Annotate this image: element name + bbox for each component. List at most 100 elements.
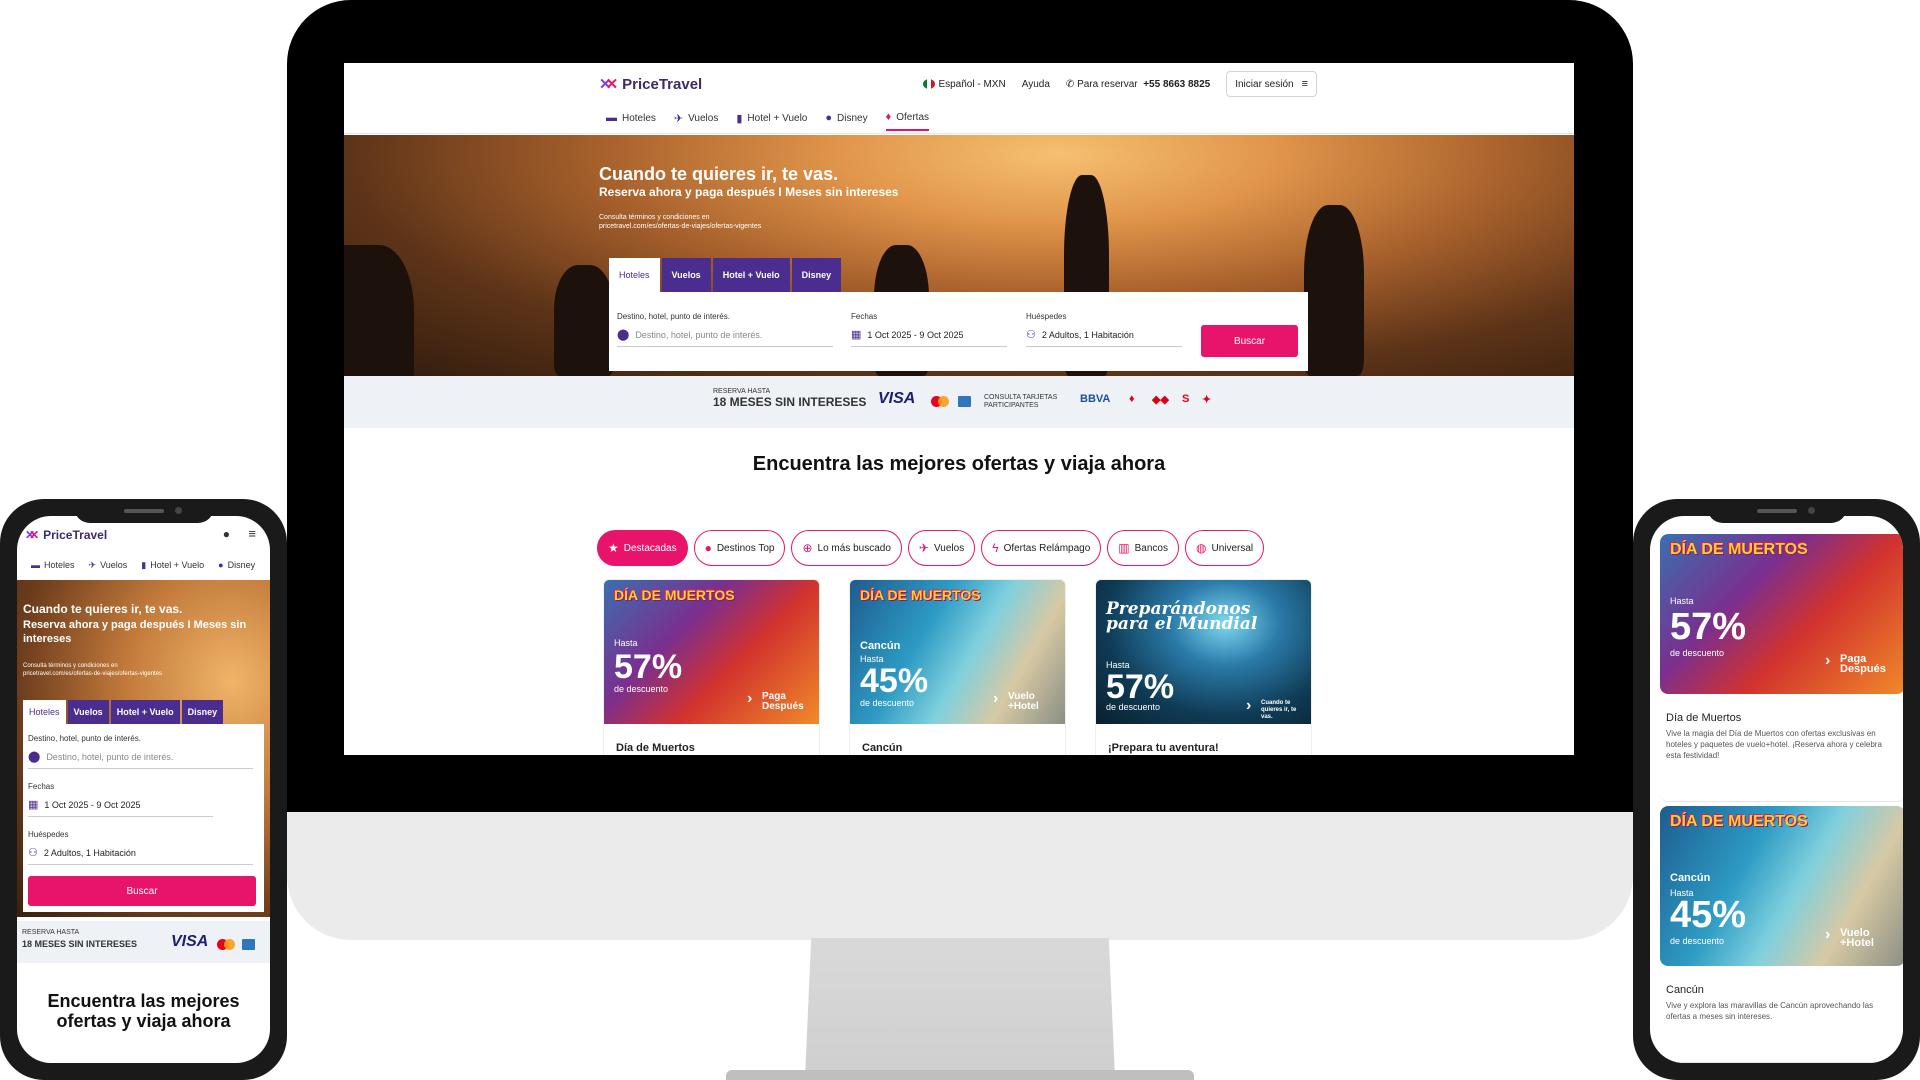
front-camera [1808, 507, 1815, 514]
offer-card-title: Cancún [1666, 984, 1704, 996]
globe-icon: ◍ [1195, 541, 1207, 555]
bank-icon: ▥ [1118, 541, 1130, 555]
offer-card-image: DÍA DE MUERTOS Hasta 57% de descuento › P… [604, 580, 819, 724]
terms-link[interactable]: pricetravel.com/es/ofertas-de-viajes/ofe… [599, 222, 839, 231]
amex-logo [958, 396, 971, 407]
offer-badge: Preparándonos para el Mundial [1106, 599, 1258, 634]
chip-destacadas[interactable]: ★ Destacadas [597, 530, 688, 566]
offer-card-dia-de-muertos[interactable]: DÍA DE MUERTOS Hasta 57% de descuento › P… [603, 579, 820, 755]
mastercard-logo [931, 396, 949, 407]
mickey-icon: ● [825, 112, 833, 124]
tab-hoteles[interactable]: Hoteles [609, 258, 660, 292]
calendar-icon: ▦ [851, 329, 862, 341]
tab-hotel-vuelo[interactable]: Hotel + Vuelo [110, 700, 180, 724]
offer-card-cancun[interactable]: DÍA DE MUERTOS Cancún Hasta 45% de descu… [849, 579, 1066, 755]
offer-badge: DÍA DE MUERTOS [1670, 813, 1808, 830]
offers-heading: Encuentra las mejores ofertas y viaja ah… [752, 453, 1166, 475]
search-button[interactable]: Buscar [28, 876, 256, 906]
tab-vuelos[interactable]: Vuelos [661, 258, 711, 292]
offer-card-dia-de-muertos[interactable]: DÍA DE MUERTOS Hasta 57% de descuento › P… [1660, 534, 1903, 802]
offer-cta: › Cuando te quieres ir, te vas. [1246, 697, 1297, 721]
calendar-icon: ▦ [28, 799, 39, 811]
nav-vuelos[interactable]: ✈ Vuelos [89, 560, 128, 571]
nav-hotel-vuelo[interactable]: ▮ Hotel + Vuelo [141, 560, 204, 571]
offer-card-title: Día de Muertos [616, 742, 695, 754]
offer-card-title: Día de Muertos [1666, 712, 1742, 724]
nav-vuelos[interactable]: ✈ Vuelos [674, 111, 718, 131]
luggage-icon: ▮ [736, 112, 743, 125]
pricetravel-logo[interactable]: ✕✕ PriceTravel [599, 75, 702, 94]
search-button[interactable]: Buscar [1201, 325, 1298, 357]
site-header: ✕✕ PriceTravel Español - MXN Ayuda ✆ Par… [344, 63, 1574, 134]
chip-destinos-top[interactable]: ● Destinos Top [693, 530, 786, 566]
offer-cta: › Paga Después [747, 690, 804, 712]
lightning-icon: ϟ [992, 541, 999, 555]
logo-x-icon: ✕✕ [25, 528, 40, 542]
tab-disney[interactable]: Disney [181, 700, 224, 724]
chip-lo-mas-buscado[interactable]: ⊕ Lo más buscado [791, 530, 902, 566]
offer-badge: DÍA DE MUERTOS [1670, 541, 1808, 558]
search-box: Destino, hotel, punto de interés. ⬤ Desti… [23, 724, 264, 912]
guests-input[interactable]: ⚇ 2 Adultos, 1 Habitación [1026, 328, 1182, 347]
hero-terms: Consulta términos y condiciones en price… [599, 213, 839, 231]
tab-disney[interactable]: Disney [791, 258, 842, 292]
destination-field: Destino, hotel, punto de interés. ⬤ Desti… [28, 734, 253, 769]
chip-ofertas-relampago[interactable]: ϟ Ofertas Relámpago [981, 530, 1102, 566]
dates-field: Fechas ▦ 1 Oct 2025 - 9 Oct 2025 [28, 782, 213, 817]
destination-input[interactable]: ⬤ Destino, hotel, punto de interés. [617, 328, 833, 347]
promo-strip: RESERVA HASTA 18 MESES SIN INTERESES VIS… [344, 376, 1574, 428]
chip-bancos[interactable]: ▥ Bancos [1107, 530, 1179, 566]
mobile-screen: ✕✕ PriceTravel ● ≡ ▬ Hoteles ✈ Vuelos ▮ Hot… [17, 516, 270, 1063]
nav-disney[interactable]: ● Disney [825, 111, 867, 131]
nav-hoteles[interactable]: ▬ Hoteles [31, 560, 75, 571]
guests-input[interactable]: ⚇ 2 Adultos, 1 Habitación [28, 846, 253, 865]
mobile-nav: ▬ Hoteles ✈ Vuelos ▮ Hotel + Vuelo ● Disney [31, 560, 255, 571]
offer-cta: › Vuelo +Hotel [1825, 926, 1874, 949]
phone-contact[interactable]: ✆ Para reservar +55 8663 8825 [1066, 79, 1210, 90]
nav-disney[interactable]: ● Disney [218, 560, 255, 571]
dates-input[interactable]: ▦ 1 Oct 2025 - 9 Oct 2025 [851, 328, 1007, 347]
bed-icon: ▬ [31, 560, 40, 570]
nav-hoteles[interactable]: ▬ Hoteles [606, 111, 656, 131]
map-pin-icon: ⬤ [28, 751, 41, 763]
hero-banner: Cuando te quieres ir, te vas. Reserva ah… [344, 135, 1574, 376]
map-pin-icon: ⬤ [617, 329, 630, 341]
imac-stand [805, 938, 1115, 1078]
language-selector[interactable]: Español - MXN [923, 79, 1006, 90]
tab-vuelos[interactable]: Vuelos [67, 700, 109, 724]
guests-field: Huéspedes ⚇ 2 Adultos, 1 Habitación [28, 830, 253, 865]
login-button[interactable]: Iniciar sesión ≡ [1226, 71, 1317, 97]
people-icon: ⚇ [1026, 329, 1036, 341]
mobile-hero: Cuando te quieres ir, te vas. Reserva ah… [17, 580, 270, 917]
tab-hotel-vuelo[interactable]: Hotel + Vuelo [712, 258, 790, 292]
user-icon[interactable]: ● [223, 527, 230, 541]
pricetravel-logo[interactable]: ✕✕ PriceTravel [25, 528, 107, 542]
chip-universal[interactable]: ◍ Universal [1184, 530, 1265, 566]
discount-percent: 57% [614, 648, 683, 686]
participating-cards-link[interactable]: CONSULTA TARJETAS PARTICIPANTES [984, 394, 1057, 410]
offer-card-title: ¡Prepara tu aventura! [1108, 742, 1219, 754]
dates-field: Fechas ▦ 1 Oct 2025 - 9 Oct 2025 [851, 312, 1007, 347]
menu-icon[interactable]: ≡ [248, 526, 256, 541]
phone-icon: ✆ [1065, 78, 1075, 90]
santander-logo: ♦ [1129, 393, 1135, 405]
plane-icon: ✈ [673, 112, 684, 125]
dates-input[interactable]: ▦ 1 Oct 2025 - 9 Oct 2025 [28, 798, 213, 817]
offer-card-image: DÍA DE MUERTOS Cancún Hasta 45% de descu… [850, 580, 1065, 724]
help-link[interactable]: Ayuda [1022, 79, 1050, 90]
nav-ofertas[interactable]: ♦ Ofertas [885, 111, 930, 131]
desktop-screen: ✕✕ PriceTravel Español - MXN Ayuda ✆ Par… [344, 63, 1574, 755]
offer-card-mundial[interactable]: Preparándonos para el Mundial Hasta 57% … [1095, 579, 1312, 755]
chip-vuelos[interactable]: ✈ Vuelos [907, 530, 976, 566]
search-tabs: Hoteles Vuelos Hotel + Vuelo Disney [609, 258, 842, 292]
chevron-right-icon: › [993, 690, 999, 707]
front-camera [175, 507, 182, 514]
promo-strip: RESERVA HASTA 18 MESES SIN INTERESES VIS… [17, 921, 270, 963]
tab-hoteles[interactable]: Hoteles [23, 700, 66, 724]
offer-card-cancun[interactable]: DÍA DE MUERTOS Cancún Hasta 45% de descu… [1660, 806, 1903, 1063]
nav-hotel-vuelo[interactable]: ▮ Hotel + Vuelo [736, 111, 807, 131]
imac-stand-base [726, 1070, 1194, 1080]
destination-input[interactable]: ⬤ Destino, hotel, punto de interés. [28, 750, 253, 769]
discount-percent: 57% [1670, 606, 1747, 648]
offer-card-description: Vive y explora las maravillas de Cancún … [1666, 1001, 1874, 1021]
